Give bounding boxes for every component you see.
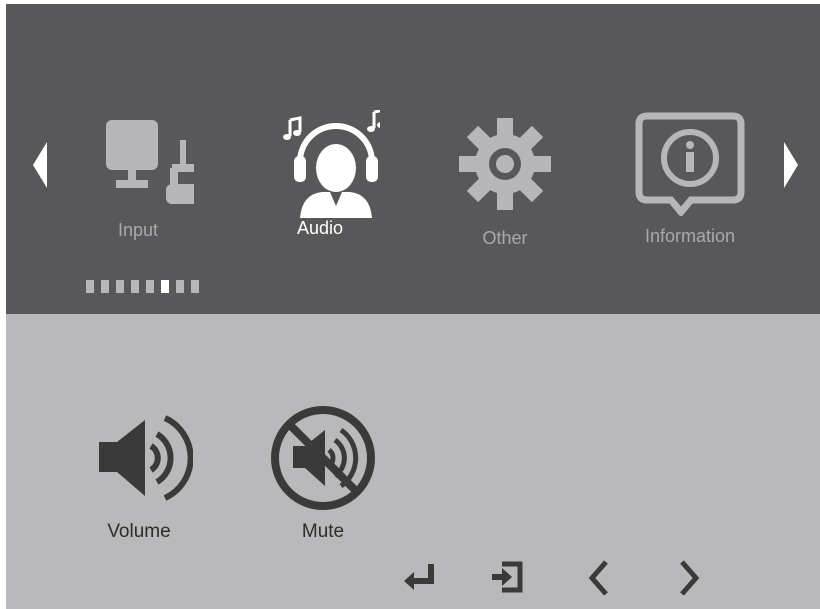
osd-menu: Input Audio Other Information Volume Mut…	[0, 0, 820, 609]
tab-input[interactable]: Input	[63, 118, 213, 241]
page-dot	[176, 280, 184, 293]
tab-audio-label: Audio	[296, 218, 344, 238]
exit-icon[interactable]	[488, 558, 528, 598]
volume-label: Volume	[107, 521, 171, 542]
tab-other[interactable]: Other	[430, 116, 580, 249]
speaker-icon	[99, 415, 194, 501]
tab-information-label: Information	[644, 226, 736, 246]
chevron-right-icon[interactable]	[674, 558, 714, 598]
page-dot	[116, 280, 124, 293]
mute-label: Mute	[301, 521, 345, 542]
headphones-person-icon	[283, 110, 380, 218]
scroll-right-arrow-icon[interactable]	[782, 142, 798, 193]
page-dot	[86, 280, 94, 293]
scroll-left-arrow-icon[interactable]	[33, 142, 49, 193]
mute-icon	[271, 406, 375, 510]
page-dot	[131, 280, 139, 293]
page-indicator	[86, 280, 199, 294]
volume-item[interactable]: Volume	[74, 404, 204, 543]
page-dot	[101, 280, 109, 293]
monitor-input-icon	[106, 120, 194, 204]
tab-other-label: Other	[482, 228, 528, 248]
chevron-left-icon[interactable]	[584, 558, 624, 598]
tab-input-label: Input	[117, 220, 159, 240]
page-dot	[191, 280, 199, 293]
mute-item[interactable]: Mute	[258, 404, 388, 543]
page-dot	[146, 280, 154, 293]
page-dot-current	[161, 280, 169, 293]
info-bubble-icon	[635, 112, 745, 216]
tab-information[interactable]: Information	[615, 112, 765, 247]
gear-icon	[459, 118, 551, 210]
tab-audio[interactable]: Audio	[245, 110, 395, 239]
enter-icon[interactable]	[402, 558, 442, 598]
